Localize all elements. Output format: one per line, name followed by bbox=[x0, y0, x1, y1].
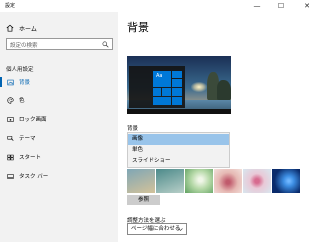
fit-dropdown[interactable]: ページ幅に合わせる bbox=[127, 223, 187, 235]
option-slideshow[interactable]: スライドショー bbox=[128, 156, 229, 167]
search-placeholder: 設定の検索 bbox=[10, 43, 38, 49]
start-icon bbox=[6, 154, 14, 160]
thumbnail-beach-rocks[interactable] bbox=[127, 169, 155, 193]
background-dropdown-list[interactable]: 画像 単色 スライドショー bbox=[127, 132, 230, 168]
sidebar-item-taskbar[interactable]: タスク バー bbox=[0, 169, 118, 183]
sidebar-item-background[interactable]: 背景 bbox=[0, 75, 118, 89]
home-icon bbox=[6, 24, 14, 32]
thumbnail-pink-flower[interactable] bbox=[243, 169, 271, 193]
thumbnail-coast[interactable] bbox=[156, 169, 184, 193]
sidebar: ホーム 設定の検索 個人用設定 背景 色 ロック画面 テーマ スタート タスク … bbox=[0, 12, 118, 242]
close-button[interactable]: ✕ bbox=[298, 0, 316, 12]
section-title: 個人用設定 bbox=[6, 67, 34, 73]
sidebar-item-label: スタート bbox=[19, 155, 42, 161]
fit-dropdown-value: ページ幅に合わせる bbox=[131, 226, 181, 232]
preview-tile-text: Aa bbox=[153, 71, 171, 87]
main-content: 背景 Aa 背景 画像 単色 スライドショー 参照 調整方法を選ぶ ページ幅に合… bbox=[118, 12, 320, 242]
minimize-button[interactable]: — bbox=[248, 0, 266, 12]
active-indicator bbox=[0, 77, 2, 87]
thumbnail-strip bbox=[127, 169, 300, 193]
sidebar-item-lock-screen[interactable]: ロック画面 bbox=[0, 112, 118, 126]
sidebar-item-label: 背景 bbox=[19, 80, 31, 86]
thumbnail-flower[interactable] bbox=[214, 169, 242, 193]
sidebar-item-label: タスク バー bbox=[19, 174, 49, 180]
home-label: ホーム bbox=[19, 25, 37, 33]
sidebar-item-theme[interactable]: テーマ bbox=[0, 131, 118, 145]
image-icon bbox=[6, 79, 14, 85]
option-picture[interactable]: 画像 bbox=[128, 134, 229, 145]
title-bar: 設定 — ☐ ✕ bbox=[0, 0, 320, 12]
browse-button[interactable]: 参照 bbox=[127, 195, 160, 205]
palette-icon bbox=[6, 96, 14, 104]
background-label: 背景 bbox=[127, 126, 139, 132]
theme-icon bbox=[6, 135, 14, 141]
page-title: 背景 bbox=[127, 21, 149, 34]
search-icon[interactable] bbox=[102, 41, 109, 48]
search-input[interactable]: 設定の検索 bbox=[6, 38, 113, 50]
preview-start-menu: Aa bbox=[129, 66, 185, 108]
background-preview: Aa bbox=[127, 56, 231, 114]
chevron-down-icon bbox=[178, 228, 183, 231]
maximize-button[interactable]: ☐ bbox=[272, 0, 290, 12]
lock-screen-icon bbox=[6, 116, 14, 122]
sidebar-item-label: テーマ bbox=[19, 136, 36, 142]
home-link[interactable]: ホーム bbox=[6, 23, 37, 33]
sidebar-item-color[interactable]: 色 bbox=[0, 93, 118, 107]
option-solid-color[interactable]: 単色 bbox=[128, 145, 229, 156]
thumbnail-windows[interactable] bbox=[272, 169, 300, 193]
sidebar-item-start[interactable]: スタート bbox=[0, 150, 118, 164]
taskbar-icon bbox=[6, 173, 14, 179]
sidebar-item-label: ロック画面 bbox=[19, 117, 47, 123]
sidebar-item-label: 色 bbox=[19, 98, 25, 104]
thumbnail-spring[interactable] bbox=[185, 169, 213, 193]
window-title: 設定 bbox=[5, 3, 16, 9]
